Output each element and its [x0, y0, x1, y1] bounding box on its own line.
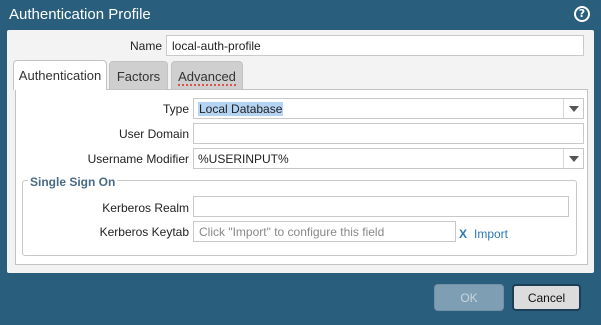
kerberos-keytab-input[interactable]: Click "Import" to configure this field — [193, 221, 456, 242]
dialog-content: Name local-auth-profile Authentication F… — [7, 30, 594, 273]
cancel-button[interactable]: Cancel — [512, 284, 581, 311]
tab-advanced[interactable]: Advanced — [171, 61, 243, 90]
tab-authentication-label: Authentication — [18, 68, 102, 83]
type-select[interactable]: Local Database — [193, 98, 584, 119]
single-sign-on-legend: Single Sign On — [28, 175, 118, 189]
user-domain-input[interactable] — [193, 123, 584, 144]
authentication-profile-dialog: Authentication Profile ? Name local-auth… — [0, 0, 601, 325]
kerberos-keytab-label: Kerberos Keytab — [99, 225, 189, 239]
username-modifier-label: Username Modifier — [87, 152, 189, 166]
dialog-titlebar: Authentication Profile ? — [0, 0, 601, 30]
single-sign-on-group — [22, 180, 577, 256]
ok-button[interactable]: OK — [434, 284, 504, 311]
name-input[interactable]: local-auth-profile — [166, 35, 584, 56]
import-link[interactable]: Import — [474, 227, 508, 241]
name-label: Name — [129, 39, 162, 53]
type-select-value: Local Database — [198, 102, 284, 116]
type-label: Type — [162, 102, 189, 116]
dialog-title: Authentication Profile — [9, 6, 151, 23]
username-modifier-value: %USERINPUT% — [198, 152, 289, 166]
tab-advanced-label: Advanced — [178, 69, 236, 86]
help-icon[interactable]: ? — [574, 6, 590, 22]
username-modifier-select[interactable]: %USERINPUT% — [193, 148, 584, 169]
tab-factors-label: Factors — [116, 69, 161, 84]
tab-factors[interactable]: Factors — [109, 61, 168, 90]
tab-authentication[interactable]: Authentication — [13, 60, 107, 90]
clear-icon[interactable]: X — [459, 227, 467, 241]
chevron-down-icon — [563, 99, 583, 118]
kerberos-realm-label: Kerberos Realm — [102, 201, 189, 215]
kerberos-realm-input[interactable] — [193, 196, 569, 217]
user-domain-label: User Domain — [118, 127, 189, 141]
chevron-down-icon — [563, 149, 583, 168]
